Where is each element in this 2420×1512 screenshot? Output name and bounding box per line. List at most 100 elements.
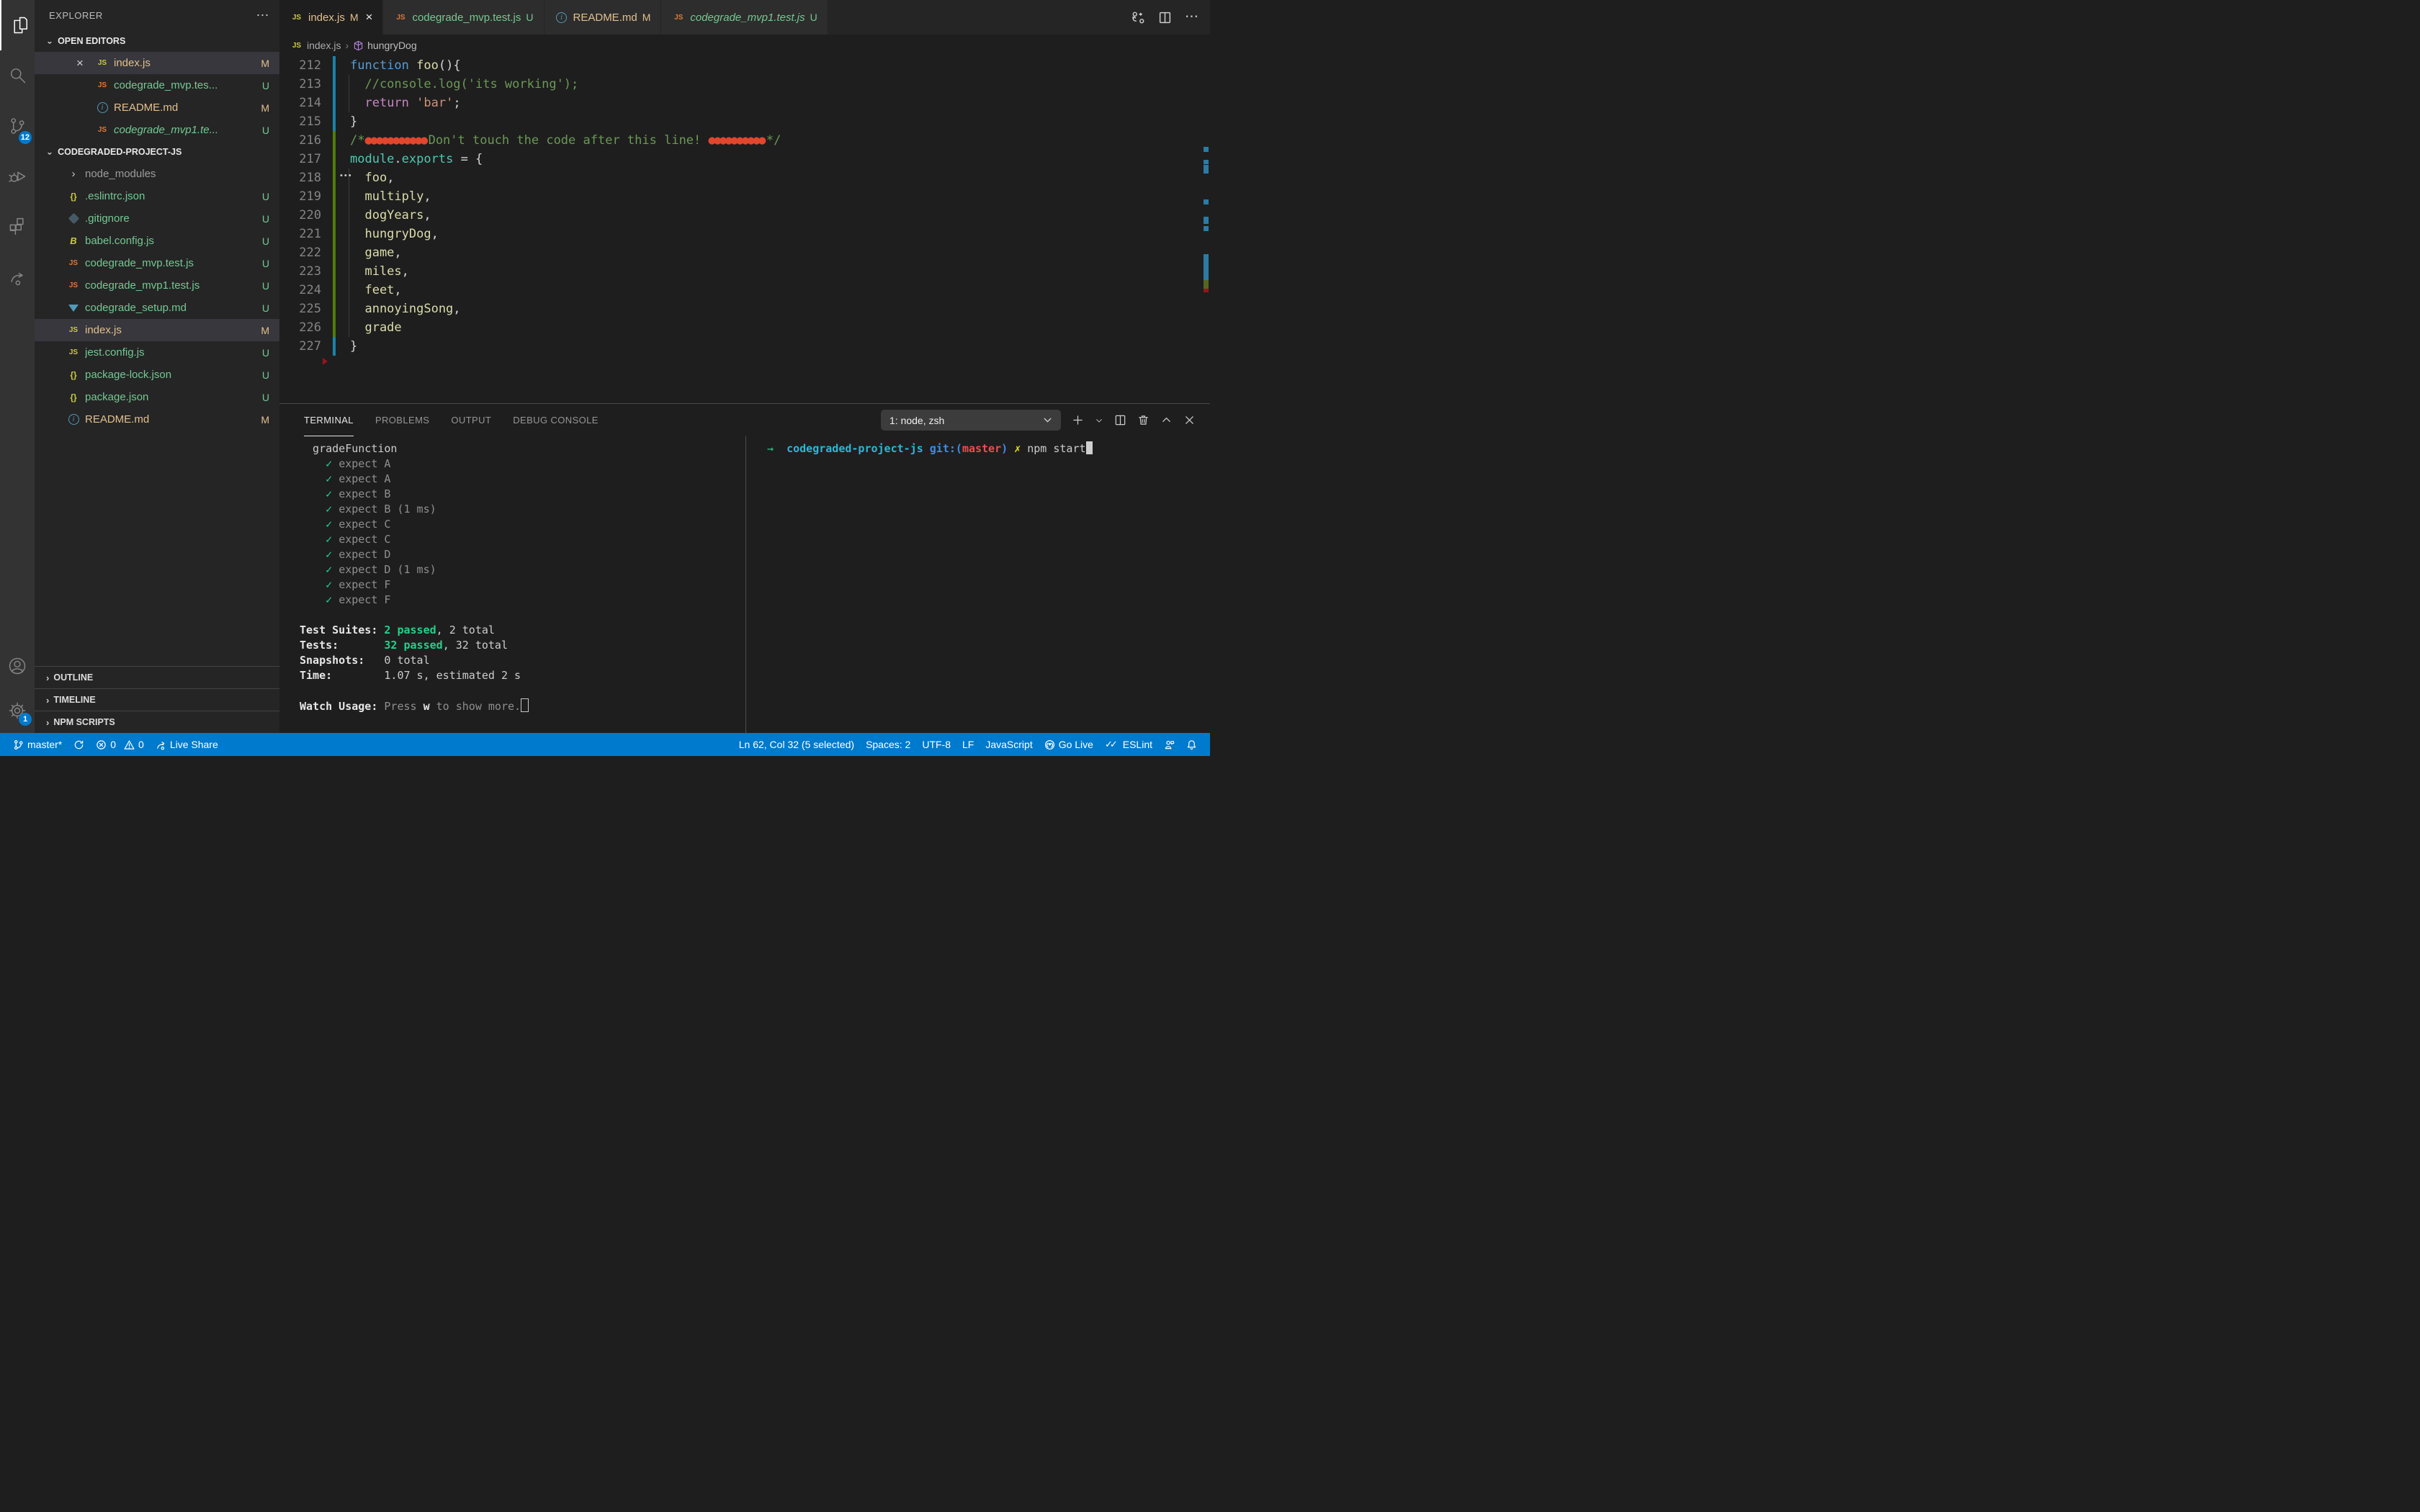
tree-item-jest-config-js[interactable]: JS jest.config.js U xyxy=(35,341,279,364)
terminal-text: ✓ xyxy=(300,457,339,470)
terminal-picker[interactable]: 1: node, zsh xyxy=(881,410,1061,431)
activity-item-live-share[interactable] xyxy=(0,252,35,302)
tab-readme-md[interactable]: i README.md M xyxy=(544,0,662,35)
terminal-line: ✓ expect B (1 ms) xyxy=(300,502,745,517)
tree-item-codegrade-mvp1-test-js[interactable]: JS codegrade_mvp1.test.js U xyxy=(35,274,279,297)
code-text: } xyxy=(336,337,357,356)
split-terminal-button[interactable] xyxy=(1114,414,1126,426)
status-notifications[interactable] xyxy=(1180,739,1203,750)
status-feedback[interactable] xyxy=(1158,739,1180,750)
close-icon[interactable]: × xyxy=(366,10,373,24)
open-editor-codegrade-mvp1-te[interactable]: JS codegrade_mvp1.te... U xyxy=(35,119,279,141)
tab-index-js[interactable]: JS index.js M × xyxy=(279,0,384,35)
terminal-line: ✓ expect D (1 ms) xyxy=(300,562,745,577)
kill-terminal-button[interactable] xyxy=(1137,414,1150,426)
tree-item-package-lock-json[interactable]: {} package-lock.json U xyxy=(35,364,279,386)
section-npm-scripts[interactable]: › NPM SCRIPTS xyxy=(35,711,279,733)
tree-item-codegrade-mvp-test-js[interactable]: JS codegrade_mvp.test.js U xyxy=(35,252,279,274)
close-icon[interactable]: × xyxy=(76,57,89,69)
code-editor[interactable]: 212 function foo(){213 //console.log('its… xyxy=(279,56,1210,403)
more-actions-button[interactable]: ⋯ xyxy=(1185,10,1198,24)
section-open-editors[interactable]: ⌄ OPEN EDITORS xyxy=(35,30,279,52)
open-changes-button[interactable] xyxy=(1131,11,1145,24)
tree-item-readme-md[interactable]: i README.md M xyxy=(35,408,279,431)
git-status-badge: M xyxy=(642,12,651,23)
open-editor-label: codegrade_mvp1.te... xyxy=(114,124,219,136)
panel-tab-terminal[interactable]: TERMINAL xyxy=(304,404,354,436)
section-project[interactable]: ⌄ CODEGRADED-PROJECT-JS xyxy=(35,141,279,163)
tree-item-package-json[interactable]: {} package.json U xyxy=(35,386,279,408)
tab-codegrade-mvp-test-js[interactable]: JS codegrade_mvp.test.js U xyxy=(383,0,544,35)
js-test-file-icon: JS xyxy=(68,259,79,267)
status-problems[interactable]: 00 xyxy=(90,739,150,750)
terminal-text: Watch Usage: xyxy=(300,700,385,713)
status-eol[interactable]: LF xyxy=(956,739,980,750)
terminal-line: Test Suites: 2 passed, 2 total xyxy=(300,623,745,638)
tree-item-babel-config-js[interactable]: Bbabel.config.js U xyxy=(35,230,279,252)
code-text: multiply, xyxy=(336,187,431,206)
tree-item-gitignore[interactable]: .gitignore U xyxy=(35,207,279,230)
panel-tab-debug-console[interactable]: DEBUG CONSOLE xyxy=(513,404,599,436)
code-line: 213 //console.log('its working'); xyxy=(279,75,1210,94)
chevdn-icon xyxy=(1096,418,1102,423)
status-label: UTF-8 xyxy=(922,739,951,750)
new-terminal-button[interactable] xyxy=(1072,414,1084,426)
sidebar-more-actions[interactable]: ⋯ xyxy=(256,8,270,23)
terminal-text: to show more. xyxy=(429,700,521,713)
terminal-pane-tests[interactable]: gradeFunction ✓ expect A ✓ expect A ✓ ex… xyxy=(279,436,745,733)
open-editor-readme-md[interactable]: i README.md M xyxy=(35,96,279,119)
terminal-cursor-hollow xyxy=(521,698,529,712)
panel-tab-output[interactable]: OUTPUT xyxy=(451,404,491,436)
panel-tab-problems[interactable]: PROBLEMS xyxy=(375,404,429,436)
share-icon xyxy=(157,741,165,750)
sync-icon xyxy=(75,740,84,749)
close-panel-button[interactable] xyxy=(1183,414,1196,426)
terminal-pane-shell[interactable]: → codegraded-project-js git:(master) ✗ n… xyxy=(746,436,1210,733)
activity-item-settings[interactable]: 1 xyxy=(0,688,35,733)
split-editor-button[interactable] xyxy=(1158,11,1172,24)
activity-item-run-debug[interactable] xyxy=(0,151,35,202)
code-token: foo xyxy=(416,58,439,73)
git-status-badge: M xyxy=(261,324,269,336)
status-go-live[interactable]: Go Live xyxy=(1039,739,1099,750)
status-live-share[interactable]: Live Share xyxy=(150,739,224,750)
activity-item-search[interactable] xyxy=(0,50,35,101)
extensions-icon xyxy=(9,217,24,235)
status-language[interactable]: JavaScript xyxy=(980,739,1038,750)
activity-item-extensions[interactable] xyxy=(0,202,35,252)
activity-item-explorer[interactable] xyxy=(0,0,35,50)
status-indentation[interactable]: Spaces: 2 xyxy=(860,739,916,750)
code-line: 227} xyxy=(279,337,1210,356)
breadcrumb[interactable]: JS index.js › hungryDog xyxy=(279,35,1210,56)
tree-item-label: package.json xyxy=(85,391,149,403)
js-file-icon: JS xyxy=(68,326,79,334)
code-token: game xyxy=(350,246,395,260)
status-cursor-position[interactable]: Ln 62, Col 32 (5 selected) xyxy=(733,739,860,750)
code-token: , xyxy=(453,302,461,316)
terminal-line: Watch Usage: Press w to show more. xyxy=(300,698,745,714)
status-encoding[interactable]: UTF-8 xyxy=(916,739,956,750)
section-timeline[interactable]: › TIMELINE xyxy=(35,688,279,711)
tree-item-eslintrc-json[interactable]: {} .eslintrc.json U xyxy=(35,185,279,207)
tree-item-node-modules[interactable]: › node_modules xyxy=(35,163,279,185)
tree-item-codegrade-setup-md[interactable]: codegrade_setup.md U xyxy=(35,297,279,319)
status-eslint[interactable]: ✓✓ ESLint xyxy=(1099,739,1158,750)
open-editor-codegrade-mvp-tes[interactable]: JS codegrade_mvp.tes... U xyxy=(35,74,279,96)
status-branch[interactable]: master* xyxy=(7,739,68,750)
activity-bar: 12 1 xyxy=(0,0,35,733)
tab-codegrade-mvp1-test-js[interactable]: JS codegrade_mvp1.test.js U xyxy=(661,0,828,35)
activity-item-source-control[interactable]: 12 xyxy=(0,101,35,151)
new-terminal-dropdown-button[interactable] xyxy=(1095,416,1103,425)
open-editor-index-js[interactable]: × JS index.js M xyxy=(35,52,279,74)
code-token: , xyxy=(401,264,409,279)
maximize-panel-button[interactable] xyxy=(1160,414,1173,426)
section-outline[interactable]: › OUTLINE xyxy=(35,666,279,688)
terminal-text: expect F xyxy=(339,578,391,591)
terminal-text: → xyxy=(767,442,774,455)
activity-item-account[interactable] xyxy=(0,644,35,688)
tree-item-index-js[interactable]: JS index.js M xyxy=(35,319,279,341)
code-line: 225 annoyingSong, xyxy=(279,300,1210,318)
terminal-text: expect F xyxy=(339,593,391,606)
terminal-text: , 2 total xyxy=(436,624,495,636)
status-sync[interactable] xyxy=(68,739,90,750)
